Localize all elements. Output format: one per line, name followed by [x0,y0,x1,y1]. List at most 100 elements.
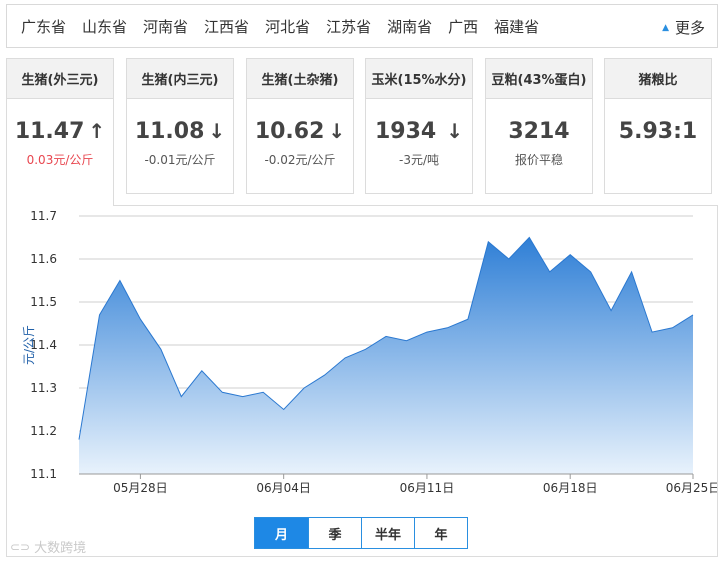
data-point [466,317,470,321]
y-tick-label: 11.5 [30,295,57,309]
watermark-text: 大数跨境 [34,541,87,556]
data-point [425,330,429,334]
data-point [405,339,409,343]
data-point [630,270,634,274]
data-point [98,313,102,317]
data-point [343,356,347,360]
card-change: -0.02元/公斤 [264,153,336,167]
y-tick-label: 11.7 [30,209,57,223]
card-value-text: 11.47 [14,118,85,144]
data-point [650,330,654,334]
data-point [118,279,122,283]
caret-up-icon: ▲ [662,22,669,33]
tab-year[interactable]: 年 [414,518,467,548]
card-value-text: 3214 [508,118,570,144]
card-change: 0.03元/公斤 [7,151,113,168]
card-title: 玉米(15%水分) [366,59,472,99]
tab-month[interactable]: 月 [255,518,308,548]
card-change-text: 0.03元/公斤 [26,153,94,167]
data-point [445,326,449,330]
province-bar: 广东省 山东省 河南省 江西省 河北省 江苏省 湖南省 广西 福建省 ▲ 更多 [6,4,718,48]
price-card-soymeal[interactable]: 豆粕(43%蛋白) 3214 报价平稳 [485,58,593,194]
data-point [507,257,511,261]
tab-quarter[interactable]: 季 [308,518,361,548]
price-area-chart: 11.711.611.511.411.311.211.105月28日 06月04日… [22,209,717,495]
province-link[interactable]: 河北省 [265,16,310,37]
data-point [364,347,368,351]
card-value-text: 5.93:1 [618,118,698,144]
card-title: 生猪(内三元) [127,59,233,99]
y-tick-label: 11.2 [30,424,57,438]
data-point [548,270,552,274]
card-value: 11.47 ↑ [7,117,113,145]
card-value: 1934 ↓ [366,117,472,145]
arrow-down-icon: ↓ [328,119,346,143]
price-card-pig-grain-ratio[interactable]: 猪粮比 5.93:1 [604,58,712,194]
data-point [159,347,163,351]
data-point [568,253,572,257]
data-point [384,334,388,338]
data-point [77,438,81,442]
chart-panel: 11.7 11.6 11.5 11.4 11.3 11.2 11.1 05月28日 06月04日… [6,205,718,557]
price-card-pig-outer[interactable]: 生猪(外三元) 11.47 ↑ 0.03元/公斤 [6,58,114,206]
data-point [220,390,224,394]
card-value: 3214 [486,117,592,145]
card-value: 10.62 ↓ [247,117,353,145]
card-title: 生猪(土杂猪) [247,59,353,99]
x-tick-label: 06月04日 [256,481,311,495]
card-title: 猪粮比 [605,59,711,99]
data-point [609,309,613,313]
card-change: 报价平稳 [514,153,563,167]
x-tick-label: 05月28日 [113,481,168,495]
data-point [138,317,142,321]
price-card-pig-inner[interactable]: 生猪(内三元) 11.08 ↓ -0.01元/公斤 [126,58,234,194]
card-value: 11.08 ↓ [127,117,233,145]
arrow-up-icon: ↑ [88,119,106,143]
y-tick-label: 11.6 [30,252,57,266]
price-area-fill [79,237,693,474]
y-axis-label: 元/公斤 [22,325,36,365]
province-link[interactable]: 福建省 [494,16,539,37]
province-link[interactable]: 江西省 [204,16,249,37]
x-tick-label: 06月11日 [400,481,455,495]
price-card-pig-local[interactable]: 生猪(土杂猪) 10.62 ↓ -0.02元/公斤 [246,58,354,194]
card-value-text: 11.08 [134,118,205,144]
card-change: -3元/吨 [398,153,439,167]
arrow-down-icon: ↓ [446,119,463,143]
more-button[interactable]: ▲ 更多 [662,17,705,38]
range-tabs: 月 季 半年 年 [254,517,468,549]
province-link[interactable]: 山东省 [82,16,127,37]
y-tick-label: 11.1 [30,467,57,481]
card-change: -0.01元/公斤 [144,153,216,167]
price-cards: 生猪(外三元) 11.47 ↑ 0.03元/公斤 生猪(内三元) 11.08 ↓… [6,58,718,206]
data-point [282,408,286,412]
x-tick-label: 06月18日 [543,481,598,495]
x-tick-label: 06月25日 [666,481,717,495]
card-title: 生猪(外三元) [7,59,113,99]
data-point [527,236,531,240]
card-value-text: 1934 [375,118,437,144]
y-tick-label: 11.3 [30,381,57,395]
card-value: 5.93:1 [605,117,711,145]
province-link[interactable]: 广西 [448,16,478,37]
data-point [261,390,265,394]
province-link[interactable]: 河南省 [143,16,188,37]
data-point [671,326,675,330]
price-card-corn[interactable]: 玉米(15%水分) 1934 ↓ -3元/吨 [365,58,473,194]
more-label: 更多 [674,19,705,37]
province-link[interactable]: 广东省 [21,16,66,37]
data-point [486,240,490,244]
card-value-text: 10.62 [254,118,325,144]
watermark-icon: ⊂⊃ [10,539,31,554]
data-point [589,270,593,274]
data-point [302,386,306,390]
tab-half-year[interactable]: 半年 [361,518,414,548]
card-title: 豆粕(43%蛋白) [486,59,592,99]
province-link[interactable]: 湖南省 [387,16,432,37]
data-point [241,395,245,399]
province-link[interactable]: 江苏省 [326,16,371,37]
arrow-down-icon: ↓ [208,119,226,143]
data-point [179,395,183,399]
data-point [200,369,204,373]
watermark: ⊂⊃ 大数跨境 [10,537,87,557]
